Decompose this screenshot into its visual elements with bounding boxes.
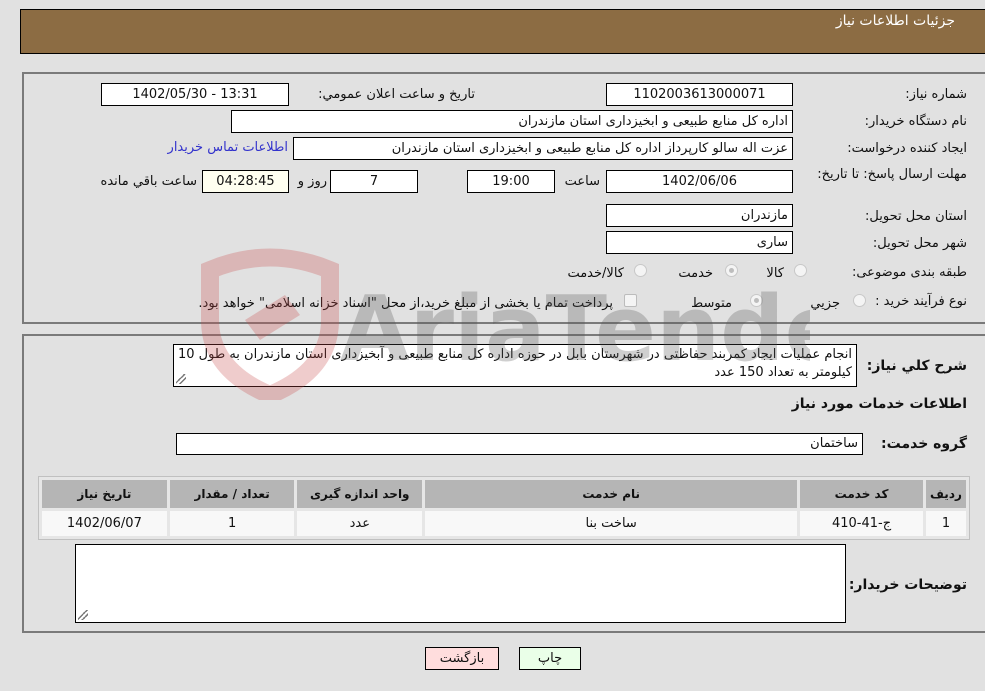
description-textarea[interactable]: انجام عملیات ایجاد کمربند حفاظتی در شهرس… — [173, 344, 857, 387]
need-number-field[interactable]: 1102003613000071 — [606, 83, 793, 106]
requester-field[interactable]: عزت اله سالو کارپرداز اداره کل منابع طبی… — [293, 137, 793, 160]
remaining-days-label: روز و — [297, 174, 327, 189]
category-radio-service[interactable] — [725, 264, 738, 277]
cell-service-name: ساخت بنا — [425, 511, 798, 536]
col-header-need-date: تاریخ نیاز — [42, 480, 167, 508]
buyer-org-field[interactable]: اداره کل منابع طبیعی و ابخیزداری استان م… — [231, 110, 793, 133]
buyer-notes-label: توضیحات خریدار: — [848, 577, 967, 593]
purchase-type-radio-medium[interactable] — [750, 294, 763, 307]
buyer-contact-link[interactable]: اطلاعات تماس خریدار — [168, 140, 288, 155]
buyer-notes-textarea[interactable] — [75, 544, 846, 623]
print-button[interactable]: چاپ — [519, 647, 581, 670]
category-option-goods-service: کالا/خدمت — [567, 266, 624, 281]
treasury-payment-checkbox[interactable] — [624, 294, 637, 307]
delivery-city-field[interactable]: ساری — [606, 231, 793, 254]
description-text: انجام عملیات ایجاد کمربند حفاظتی در شهرس… — [178, 347, 852, 380]
resize-grip-icon[interactable] — [176, 374, 186, 384]
purchase-type-radio-minor[interactable] — [853, 294, 866, 307]
announce-datetime-field[interactable]: 1402/05/30 - 13:31 — [101, 83, 289, 106]
purchase-type-label: نوع فرآیند خرید : — [875, 294, 967, 309]
back-button[interactable]: بازگشت — [425, 647, 499, 670]
remaining-time-field: 04:28:45 — [202, 170, 289, 193]
category-option-goods: کالا — [766, 266, 784, 281]
delivery-province-label: استان محل تحویل: — [865, 209, 967, 224]
deadline-date-field[interactable]: 1402/06/06 — [606, 170, 793, 193]
service-group-label: گروه خدمت: — [881, 436, 967, 452]
services-table: ردیف کد خدمت نام خدمت واحد اندازه گیری ت… — [38, 476, 970, 540]
cell-quantity: 1 — [169, 511, 295, 536]
page-title: جزئیات اطلاعات نیاز — [835, 13, 955, 29]
deadline-time-label: ساعت — [564, 174, 600, 189]
services-section-title: اطلاعات خدمات مورد نیاز — [791, 396, 967, 412]
cell-service-code: ج-41-410 — [800, 511, 923, 536]
category-option-service: خدمت — [678, 266, 713, 281]
col-header-service-code: کد خدمت — [800, 480, 923, 508]
deadline-time-field[interactable]: 19:00 — [467, 170, 555, 193]
delivery-province-field[interactable]: مازندران — [606, 204, 793, 227]
buyer-org-label: نام دستگاه خریدار: — [864, 114, 967, 129]
purchase-type-option-minor: جزيي — [810, 296, 840, 311]
cell-row-number: 1 — [925, 511, 966, 536]
col-header-service-name: نام خدمت — [425, 480, 798, 508]
announce-datetime-label: تاریخ و ساعت اعلان عمومي: — [318, 87, 475, 102]
description-label: شرح کلي نیاز: — [866, 358, 967, 374]
cell-unit: عدد — [297, 511, 423, 536]
col-header-row-number: ردیف — [925, 480, 966, 508]
purchase-type-option-medium: متوسط — [691, 296, 732, 311]
col-header-unit: واحد اندازه گیری — [297, 480, 423, 508]
col-header-quantity: تعداد / مقدار — [169, 480, 295, 508]
table-row: 1 ج-41-410 ساخت بنا عدد 1 1402/06/07 — [42, 511, 966, 536]
category-radio-goods[interactable] — [794, 264, 807, 277]
treasury-payment-note: پرداخت تمام یا بخشی از مبلغ خرید،از محل … — [198, 296, 613, 311]
delivery-city-label: شهر محل تحویل: — [872, 236, 967, 251]
remaining-time-label: ساعت باقي مانده — [100, 174, 197, 189]
remaining-days-field[interactable]: 7 — [330, 170, 418, 193]
cell-need-date: 1402/06/07 — [42, 511, 167, 536]
deadline-label: مهلت ارسال پاسخ: تا تاریخ: — [817, 167, 967, 182]
requester-label: ایجاد کننده درخواست: — [847, 141, 967, 156]
category-label: طبقه بندی موضوعی: — [851, 265, 967, 280]
service-group-field[interactable]: ساختمان — [176, 433, 863, 455]
need-number-label: شماره نیاز: — [905, 87, 967, 102]
services-table-header-row: ردیف کد خدمت نام خدمت واحد اندازه گیری ت… — [42, 480, 966, 508]
category-radio-goods-service[interactable] — [634, 264, 647, 277]
resize-grip-icon[interactable] — [78, 610, 88, 620]
